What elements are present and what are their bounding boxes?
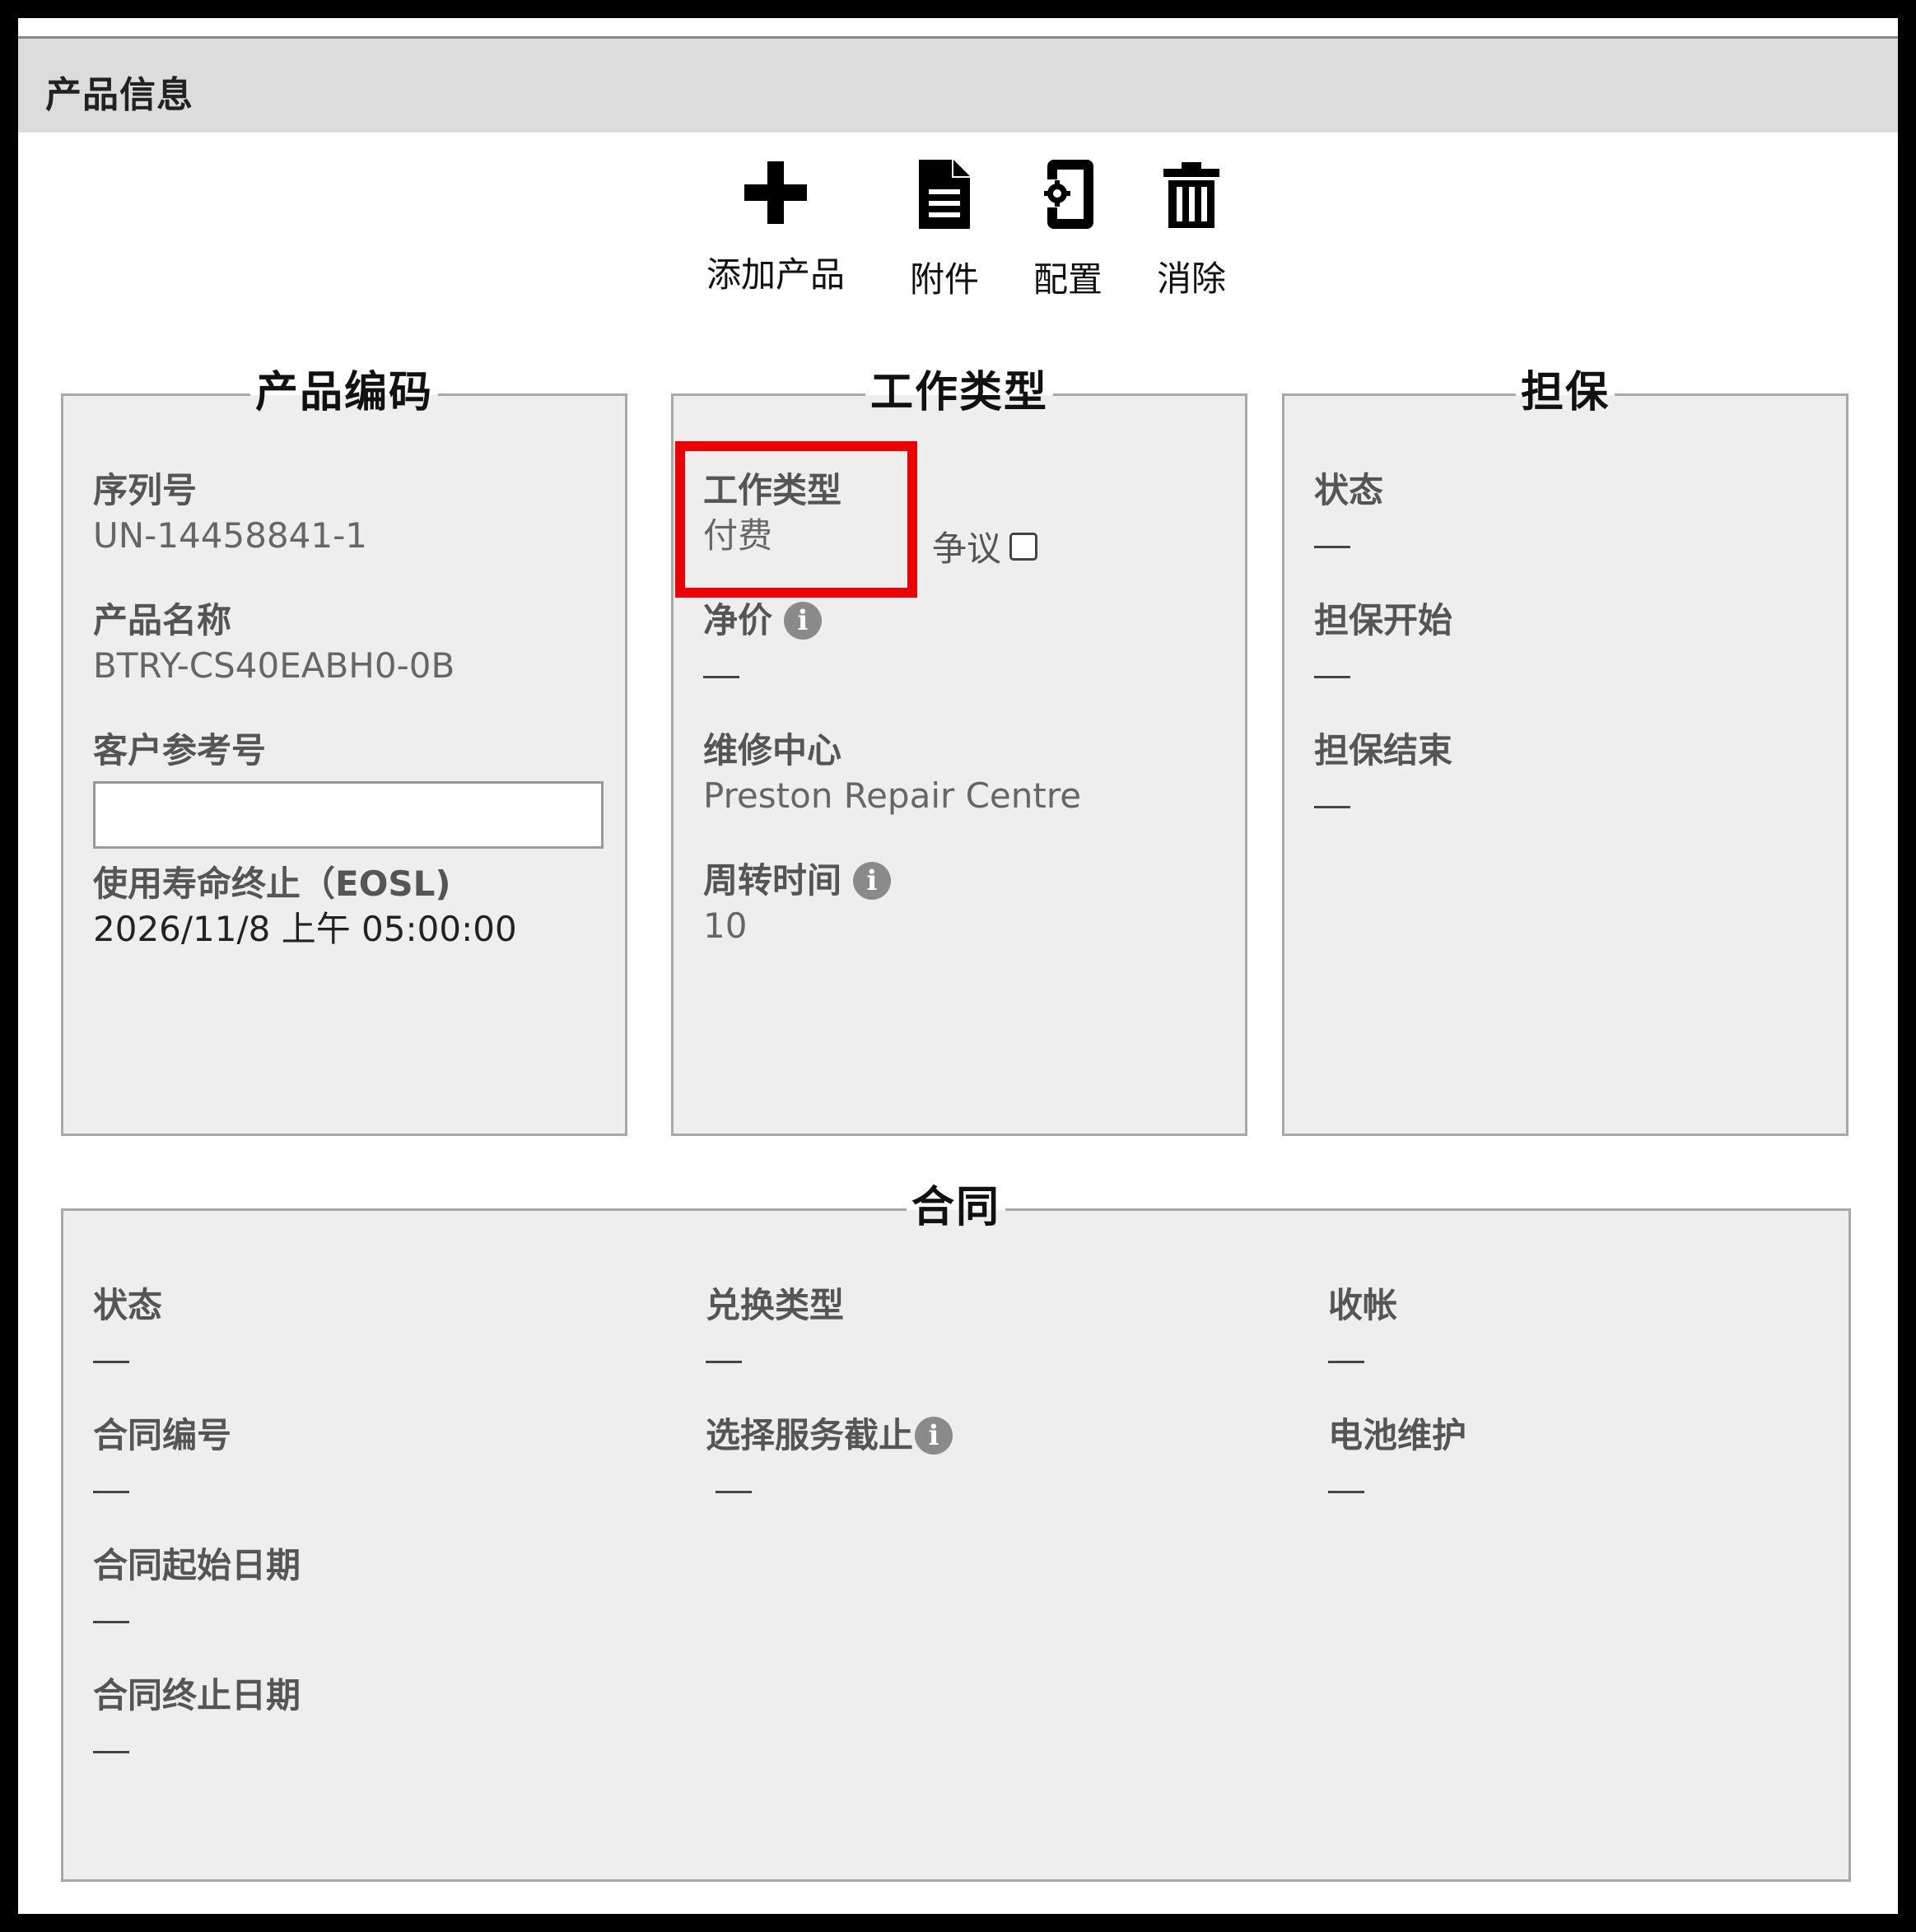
turnaround-value: 10 — [703, 905, 748, 947]
dispute-label: 争议 — [932, 528, 1002, 569]
turnaround-label: 周转时间 i — [703, 860, 892, 901]
warranty-end-field: 担保结束 — [1314, 730, 1452, 818]
delete-button[interactable]: 消除 — [1138, 162, 1245, 301]
serial-number-value: UN-14458841-1 — [93, 515, 367, 556]
contract-start-label: 合同起始日期 — [93, 1545, 301, 1585]
empty-dash — [1328, 1491, 1364, 1494]
empty-dash — [706, 1361, 742, 1364]
warranty-end-value — [1314, 775, 1452, 818]
empty-dash — [93, 1491, 129, 1494]
warranty-panel: 担保 状态 担保开始 担保结束 — [1282, 368, 1848, 1136]
product-info-container: 产品信息 添加产品 附件 配置 消除 产品编码 序列号 UN-14458841-… — [18, 18, 1898, 1914]
product-name-field: 产品名称 BTRY-CS40EABH0-0B — [93, 600, 455, 688]
panel-title: 工作类型 — [674, 368, 1245, 417]
billing-label: 收帐 — [1328, 1285, 1398, 1325]
eosl-label: 使用寿命终止（EOSL) — [93, 864, 451, 904]
add-product-button[interactable]: 添加产品 — [702, 160, 850, 297]
contract-status-value — [93, 1329, 162, 1373]
product-code-panel: 产品编码 序列号 UN-14458841-1 产品名称 BTRY-CS40EAB… — [61, 368, 627, 1136]
customer-reference-label: 客户参考号 — [93, 730, 267, 770]
panel-title: 产品编码 — [63, 368, 625, 417]
configure-label: 配置 — [1033, 259, 1103, 300]
repair-center-value: Preston Repair Centre — [703, 775, 1082, 817]
device-config-icon — [1041, 160, 1093, 229]
warranty-status-field: 状态 — [1314, 470, 1383, 558]
document-icon — [919, 160, 970, 229]
billing-value — [1328, 1329, 1397, 1373]
net-price-value — [703, 645, 822, 688]
contract-number-value — [93, 1459, 231, 1503]
attachment-button[interactable]: 附件 — [891, 158, 998, 302]
contract-end-label: 合同终止日期 — [93, 1675, 301, 1716]
net-price-label: 净价 i — [703, 600, 823, 641]
work-type-highlight — [675, 441, 917, 598]
serial-number-label: 序列号 — [93, 470, 198, 510]
battery-maintenance-field: 电池维护 — [1328, 1415, 1466, 1503]
exchange-type-field: 兑换类型 — [706, 1285, 844, 1373]
repair-center-field: 维修中心 Preston Repair Centre — [703, 730, 1081, 818]
empty-dash — [1314, 806, 1350, 809]
empty-dash — [716, 1491, 752, 1494]
product-name-value: BTRY-CS40EABH0-0B — [93, 645, 455, 687]
empty-dash — [703, 676, 739, 679]
battery-maintenance-value — [1328, 1459, 1466, 1503]
empty-dash — [93, 1621, 129, 1624]
warranty-start-field: 担保开始 — [1314, 600, 1452, 688]
service-cutoff-label: 选择服务截止 i — [706, 1415, 953, 1456]
dispute-checkbox[interactable] — [1009, 532, 1038, 561]
empty-dash — [1314, 676, 1350, 679]
add-product-label: 添加产品 — [706, 254, 845, 295]
panel-title: 合同 — [63, 1183, 1848, 1232]
empty-dash — [1314, 546, 1350, 549]
serial-number-field: 序列号 UN-14458841-1 — [93, 470, 367, 558]
contract-status-label: 状态 — [93, 1285, 163, 1325]
contract-start-value — [93, 1590, 301, 1633]
billing-field: 收帐 — [1328, 1285, 1397, 1373]
warranty-end-label: 担保结束 — [1314, 730, 1453, 770]
delete-label: 消除 — [1156, 258, 1226, 299]
battery-maintenance-label: 电池维护 — [1328, 1415, 1467, 1455]
plus-icon — [744, 161, 807, 224]
contract-number-label: 合同编号 — [93, 1415, 232, 1455]
info-icon[interactable]: i — [853, 862, 892, 901]
eosl-field: 使用寿命终止（EOSL) 2026/11/8 上午 05:00:00 — [93, 864, 517, 952]
contract-panel: 合同 状态 合同编号 合同起始日期 合同终止日期 兑换类型 选择服务截止 i 收… — [61, 1183, 1851, 1882]
dispute-field: 争议 — [932, 521, 1038, 571]
empty-dash — [93, 1751, 129, 1754]
product-name-label: 产品名称 — [93, 600, 232, 640]
contract-status-field: 状态 — [93, 1285, 162, 1373]
info-icon[interactable]: i — [915, 1417, 953, 1455]
warranty-status-value — [1314, 514, 1383, 558]
contract-end-value — [93, 1720, 301, 1763]
contract-number-field: 合同编号 — [93, 1415, 231, 1503]
turnaround-field: 周转时间 i 10 — [703, 860, 892, 948]
warranty-start-value — [1314, 645, 1452, 688]
eosl-value: 2026/11/8 上午 05:00:00 — [93, 909, 517, 950]
service-cutoff-value — [706, 1459, 953, 1503]
configure-button[interactable]: 配置 — [1014, 158, 1121, 302]
service-cutoff-field: 选择服务截止 i — [706, 1415, 953, 1503]
exchange-type-label: 兑换类型 — [706, 1285, 845, 1325]
contract-start-field: 合同起始日期 — [93, 1545, 301, 1633]
customer-reference-field: 客户参考号 — [93, 730, 266, 771]
net-price-field: 净价 i — [703, 600, 823, 688]
section-header: 产品信息 — [18, 36, 1898, 133]
warranty-status-label: 状态 — [1314, 470, 1384, 510]
repair-center-label: 维修中心 — [703, 730, 842, 770]
window-frame: 产品信息 添加产品 附件 配置 消除 产品编码 序列号 UN-14458841-… — [0, 0, 1916, 1932]
empty-dash — [93, 1361, 129, 1364]
exchange-type-value — [706, 1329, 844, 1373]
customer-reference-input[interactable] — [93, 781, 604, 849]
attachment-label: 附件 — [909, 259, 979, 300]
info-icon[interactable]: i — [784, 602, 823, 640]
empty-dash — [1328, 1361, 1364, 1364]
contract-end-field: 合同终止日期 — [93, 1675, 301, 1763]
warranty-start-label: 担保开始 — [1314, 600, 1453, 640]
page-title: 产品信息 — [45, 74, 193, 116]
panel-title: 担保 — [1284, 368, 1846, 417]
trash-icon — [1163, 162, 1219, 228]
